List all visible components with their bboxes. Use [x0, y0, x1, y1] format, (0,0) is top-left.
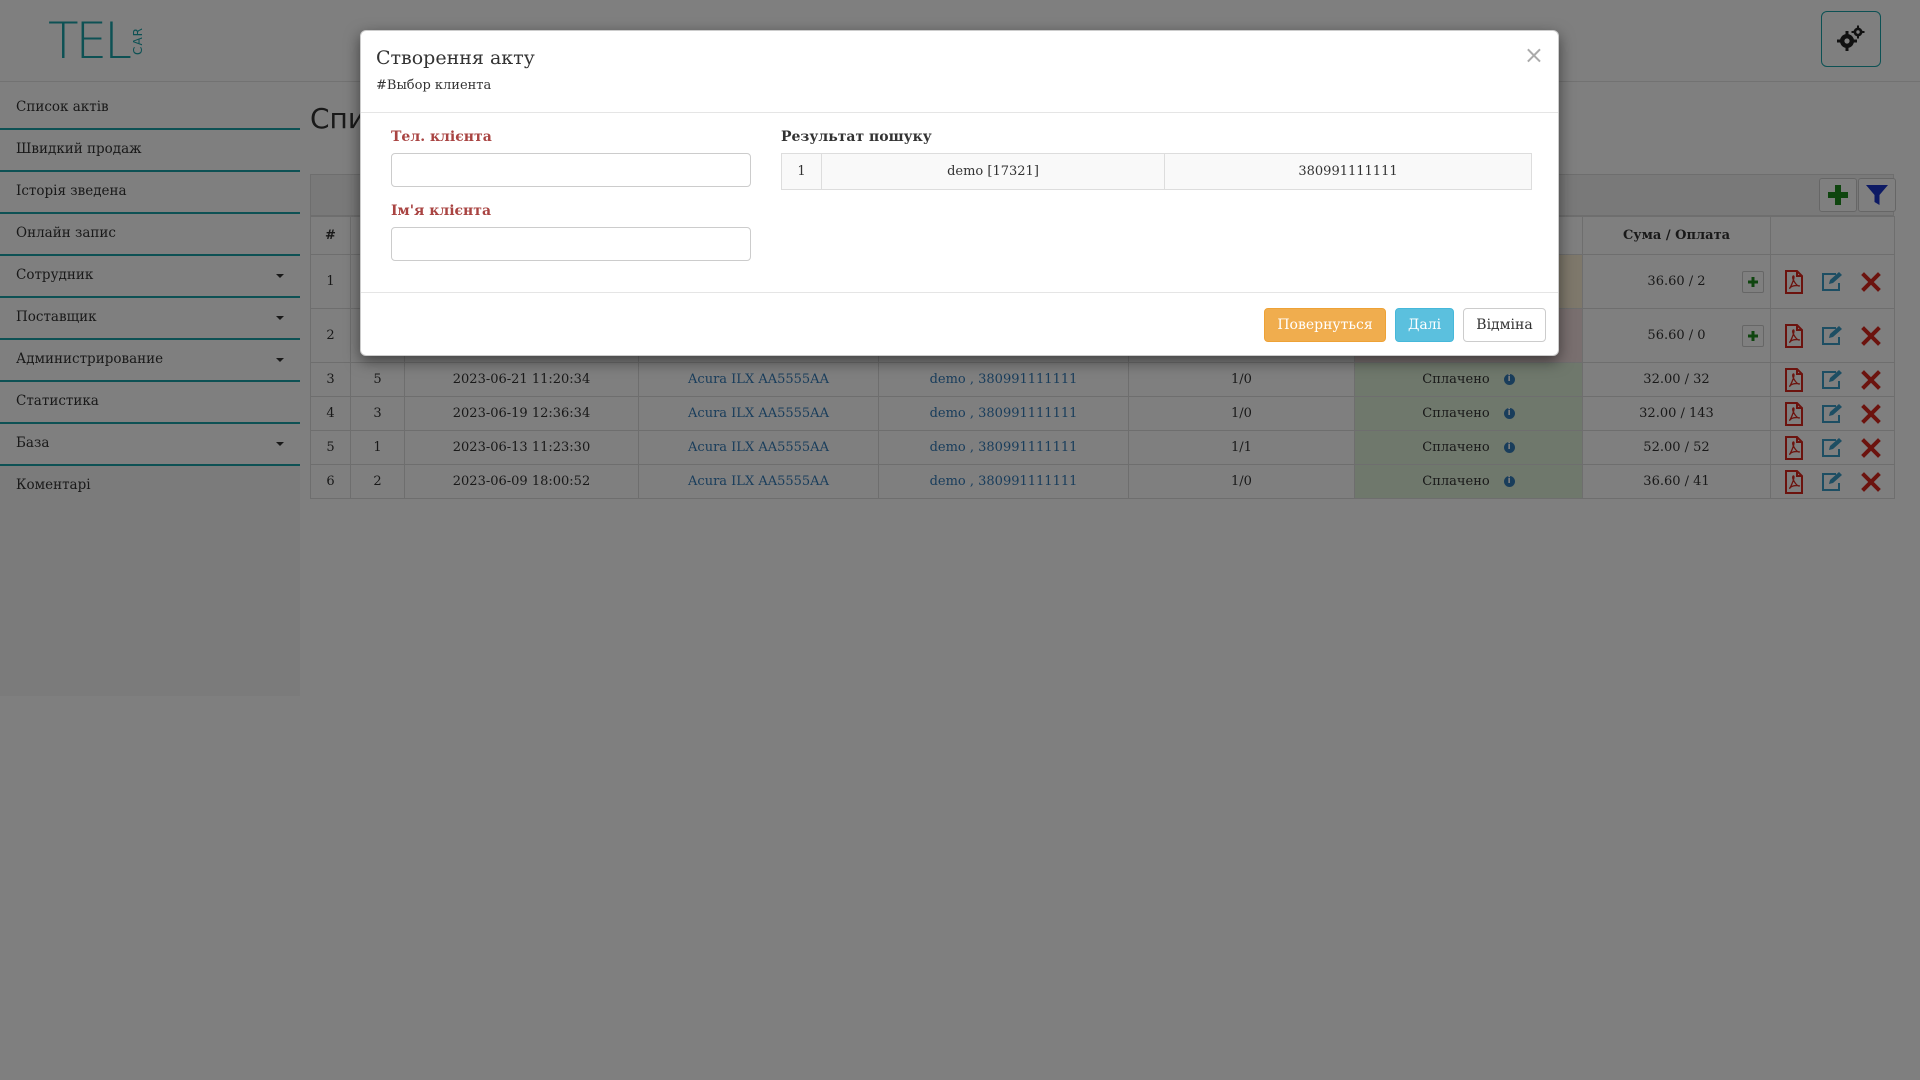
result-index: 1: [781, 153, 822, 190]
cancel-button[interactable]: Відміна: [1463, 308, 1546, 342]
client-phone-label: Тел. клієнта: [391, 129, 492, 145]
modal-subtitle: #Выбор клиента: [376, 78, 492, 93]
result-client-phone: 380991111111: [1164, 153, 1532, 190]
search-result-table: 1 demo [17321] 380991111111: [781, 153, 1532, 190]
client-name-input[interactable]: [391, 227, 751, 261]
modal-footer: Повернуться Далі Відміна: [361, 292, 1558, 357]
result-client-name: demo [17321]: [821, 153, 1165, 190]
modal-title: Створення акту: [376, 47, 535, 69]
client-phone-input[interactable]: [391, 153, 751, 187]
create-act-modal: Створення акту #Выбор клиента × Тел. клі…: [360, 30, 1559, 356]
modal-header: Створення акту #Выбор клиента ×: [361, 31, 1558, 113]
next-button[interactable]: Далі: [1395, 308, 1454, 342]
close-icon[interactable]: ×: [1524, 43, 1544, 67]
search-result-label: Результат пошуку: [781, 129, 932, 145]
back-button[interactable]: Повернуться: [1264, 308, 1386, 342]
client-name-label: Ім'я клієнта: [391, 203, 492, 219]
search-result-row[interactable]: 1 demo [17321] 380991111111: [781, 153, 1532, 190]
